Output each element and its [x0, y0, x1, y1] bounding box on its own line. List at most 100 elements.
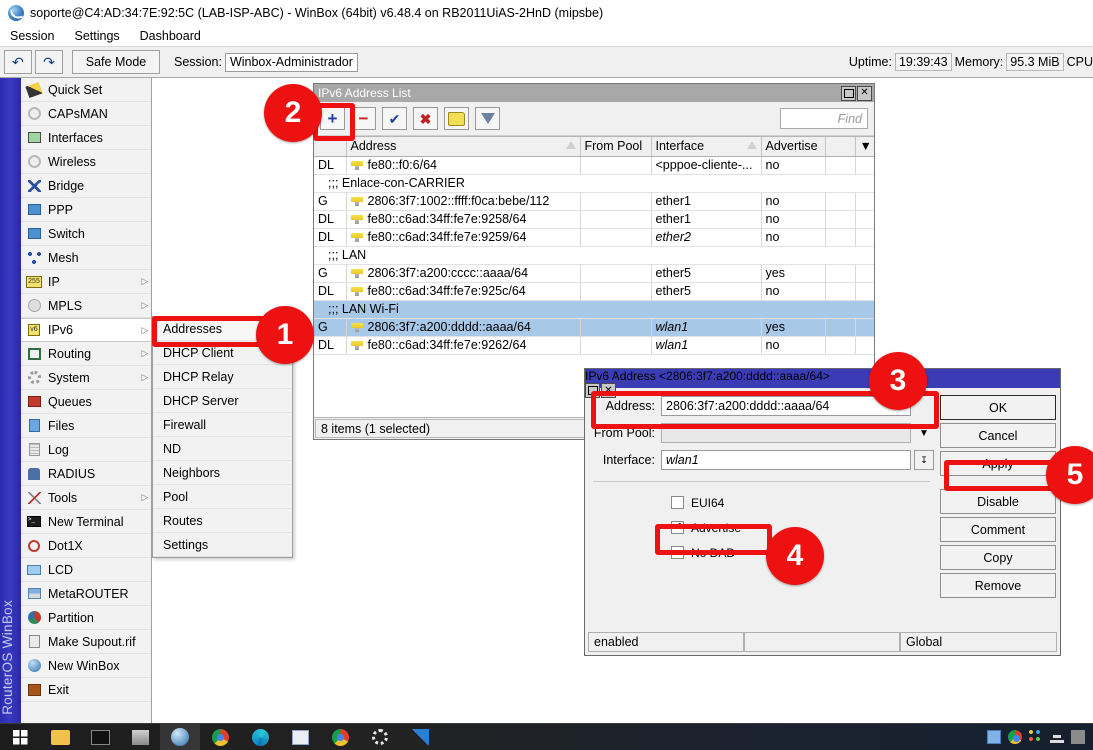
misc-icon[interactable] — [1071, 730, 1085, 744]
interface-input[interactable]: wlan1 — [661, 450, 911, 470]
submenu-item-pool[interactable]: Pool — [153, 485, 292, 509]
copy-button[interactable]: Copy — [940, 545, 1056, 570]
advertise-checkbox[interactable]: ✔ — [671, 521, 684, 534]
interface-dropdown-icon[interactable]: ↧ — [914, 450, 934, 470]
find-input[interactable]: Find — [780, 108, 868, 129]
disable-button[interactable]: ✖ — [413, 107, 438, 130]
table-comment-row[interactable]: ;;; LAN Wi-Fi — [314, 300, 874, 318]
column-header-flags[interactable] — [314, 137, 346, 156]
menu-dashboard[interactable]: Dashboard — [130, 27, 211, 45]
file-explorer-task[interactable] — [40, 724, 80, 750]
eui64-checkbox-row[interactable]: EUI64 — [589, 490, 934, 515]
sidebar-item-wireless[interactable]: Wireless — [21, 150, 151, 174]
address-dialog-titlebar[interactable]: IPv6 Address <2806:3f7:a200:dddd::aaaa/6… — [585, 369, 1060, 388]
from-pool-input[interactable] — [661, 423, 911, 443]
disable-button[interactable]: Disable — [940, 489, 1056, 514]
filter-button[interactable] — [475, 107, 500, 130]
sidebar-item-mesh[interactable]: Mesh — [21, 246, 151, 270]
remove-button[interactable]: Remove — [940, 573, 1056, 598]
sidebar-item-ipv6[interactable]: v6IPv6▷ — [21, 318, 151, 342]
submenu-item-dhcp-relay[interactable]: DHCP Relay — [153, 365, 292, 389]
table-comment-row[interactable]: ;;; LAN — [314, 246, 874, 264]
command-prompt-task[interactable] — [80, 724, 120, 750]
column-header-advertise[interactable]: Advertise — [761, 137, 825, 156]
sidebar-item-quick-set[interactable]: Quick Set — [21, 78, 151, 102]
sidebar-item-new-terminal[interactable]: >_New Terminal — [21, 510, 151, 534]
sidebar-item-files[interactable]: Files — [21, 414, 151, 438]
table-row[interactable]: G2806:3f7:1002::ffff:f0ca:bebe/112ether1… — [314, 192, 874, 210]
sidebar-item-tools[interactable]: Tools▷ — [21, 486, 151, 510]
column-chooser-button[interactable]: ▼ — [855, 137, 874, 156]
sidebar-item-switch[interactable]: Switch — [21, 222, 151, 246]
sidebar-item-routing[interactable]: Routing▷ — [21, 342, 151, 366]
chrome-icon[interactable] — [1008, 730, 1022, 744]
sidebar-item-ip[interactable]: 255IP▷ — [21, 270, 151, 294]
sidebar-item-make-supout-rif[interactable]: Make Supout.rif — [21, 630, 151, 654]
table-row[interactable]: DLfe80::c6ad:34ff:fe7e:9258/64ether1no — [314, 210, 874, 228]
table-row[interactable]: DLfe80::f0:6/64<pppoe-cliente-...no — [314, 156, 874, 174]
sidebar-item-interfaces[interactable]: Interfaces — [21, 126, 151, 150]
display-icon[interactable] — [987, 730, 1001, 744]
sidebar-item-metarouter[interactable]: MetaROUTER — [21, 582, 151, 606]
sidebar-item-radius[interactable]: RADIUS — [21, 462, 151, 486]
no-dad-checkbox-row[interactable]: No DAD — [589, 540, 934, 565]
submenu-item-nd[interactable]: ND — [153, 437, 292, 461]
comment-button[interactable]: Comment — [940, 517, 1056, 542]
menu-settings[interactable]: Settings — [64, 27, 129, 45]
sidebar-item-log[interactable]: Log — [21, 438, 151, 462]
store-task[interactable] — [120, 724, 160, 750]
advertise-checkbox-row[interactable]: ✔ Advertise — [589, 515, 934, 540]
chrome2-task[interactable] — [320, 724, 360, 750]
column-header-interface[interactable]: Interface — [651, 137, 761, 156]
address-input[interactable]: 2806:3f7:a200:dddd::aaaa/64 — [661, 396, 911, 416]
comment-button[interactable] — [444, 107, 469, 130]
winbox-task[interactable] — [160, 724, 200, 750]
table-row[interactable]: DLfe80::c6ad:34ff:fe7e:9262/64wlan1no — [314, 336, 874, 354]
sidebar-item-lcd[interactable]: LCD — [21, 558, 151, 582]
session-input[interactable]: Winbox-Administrador — [225, 53, 358, 72]
sidebar-item-bridge[interactable]: Bridge — [21, 174, 151, 198]
network-icon[interactable] — [1050, 730, 1064, 744]
app-task[interactable] — [280, 724, 320, 750]
ok-button[interactable]: OK — [940, 395, 1056, 420]
enable-button[interactable]: ✔ — [382, 107, 407, 130]
redo-arrow-icon[interactable]: ↷ — [35, 50, 63, 74]
eui64-checkbox[interactable] — [671, 496, 684, 509]
chrome-task[interactable] — [200, 724, 240, 750]
sidebar-item-partition[interactable]: Partition — [21, 606, 151, 630]
sidebar-item-exit[interactable]: Exit — [21, 678, 151, 702]
table-comment-row[interactable]: ;;; Enlace-con-CARRIER — [314, 174, 874, 192]
submenu-item-neighbors[interactable]: Neighbors — [153, 461, 292, 485]
submenu-item-settings[interactable]: Settings — [153, 533, 292, 557]
settings-task[interactable] — [360, 724, 400, 750]
safe-mode-button[interactable]: Safe Mode — [72, 50, 160, 74]
submenu-item-routes[interactable]: Routes — [153, 509, 292, 533]
start-button[interactable] — [0, 724, 40, 750]
sidebar-item-mpls[interactable]: MPLS▷ — [21, 294, 151, 318]
sidebar-item-queues[interactable]: Queues — [21, 390, 151, 414]
vscode-task[interactable] — [400, 724, 440, 750]
sidebar-item-capsman[interactable]: CAPsMAN — [21, 102, 151, 126]
column-header-from-pool[interactable]: From Pool — [580, 137, 651, 156]
table-row[interactable]: DLfe80::c6ad:34ff:fe7e:9259/64ether2no — [314, 228, 874, 246]
undo-arrow-icon[interactable]: ↶ — [4, 50, 32, 74]
submenu-item-dhcp-server[interactable]: DHCP Server — [153, 389, 292, 413]
sidebar-item-system[interactable]: System▷ — [21, 366, 151, 390]
sidebar-item-ppp[interactable]: PPP — [21, 198, 151, 222]
menu-session[interactable]: Session — [0, 27, 64, 45]
sidebar-item-new-winbox[interactable]: New WinBox — [21, 654, 151, 678]
table-row[interactable]: DLfe80::c6ad:34ff:fe7e:925c/64ether5no — [314, 282, 874, 300]
maximize-icon[interactable] — [841, 86, 856, 101]
column-header-address[interactable]: Address — [346, 137, 580, 156]
table-row[interactable]: G2806:3f7:a200:cccc::aaaa/64ether5yes — [314, 264, 874, 282]
edge-task[interactable] — [240, 724, 280, 750]
chevron-down-icon[interactable]: ▼ — [914, 423, 934, 443]
cancel-button[interactable]: Cancel — [940, 423, 1056, 448]
address-list-titlebar[interactable]: IPv6 Address List ✕ — [314, 84, 874, 102]
remove-button[interactable]: − — [351, 107, 376, 130]
table-row[interactable]: G2806:3f7:a200:dddd::aaaa/64wlan1yes — [314, 318, 874, 336]
submenu-item-firewall[interactable]: Firewall — [153, 413, 292, 437]
add-button[interactable]: + — [320, 107, 345, 130]
no-dad-checkbox[interactable] — [671, 546, 684, 559]
sidebar-item-dot1x[interactable]: Dot1X — [21, 534, 151, 558]
